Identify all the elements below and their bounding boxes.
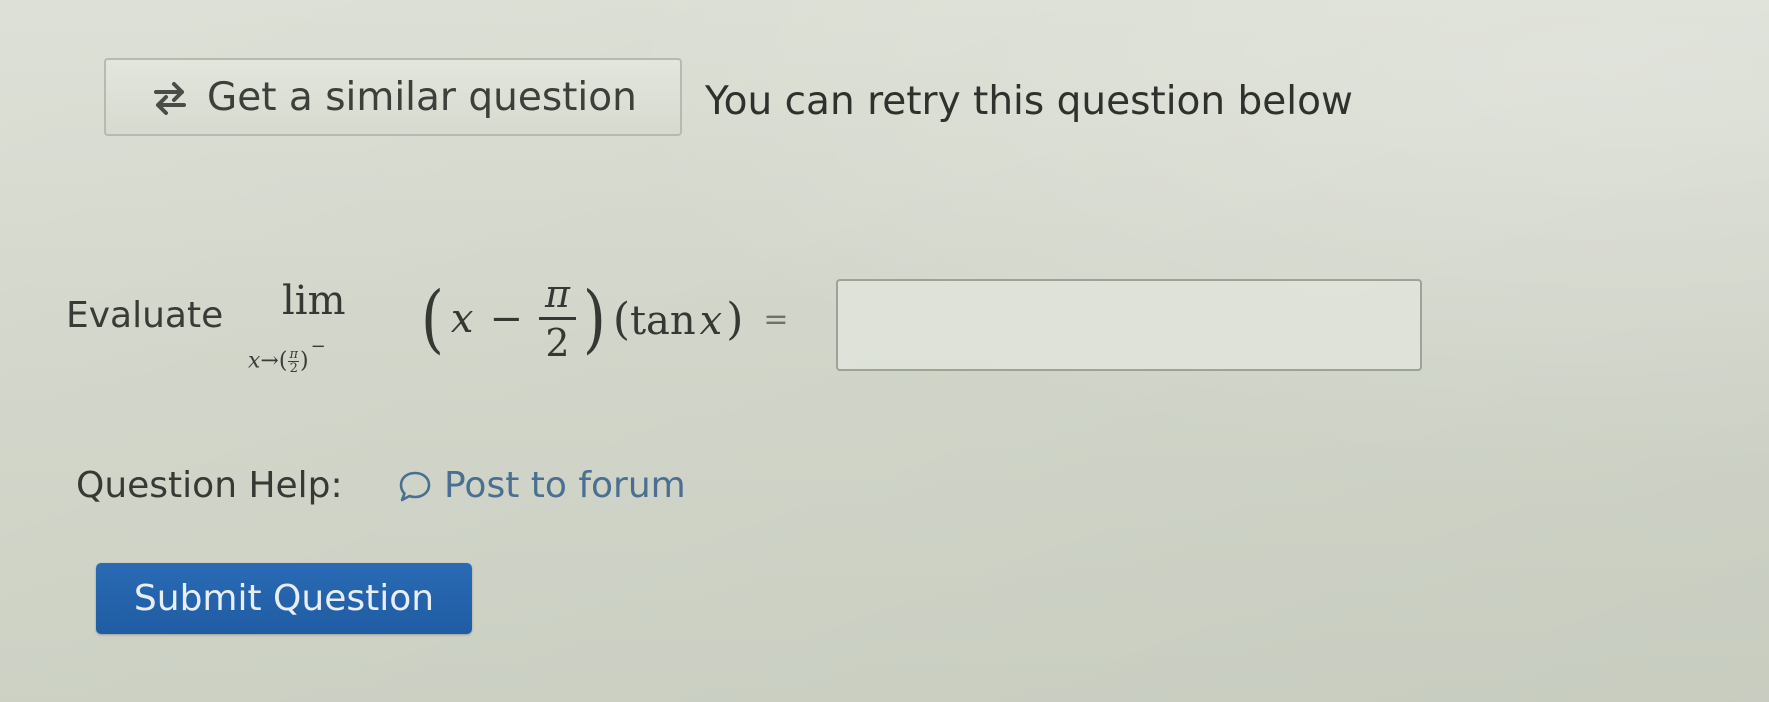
- expr-variable: x: [450, 296, 474, 342]
- answer-input[interactable]: [836, 279, 1422, 371]
- retry-message: You can retry this question below: [705, 79, 1353, 124]
- limit-arrow: →: [260, 348, 279, 374]
- repeat-arrows-icon: [154, 82, 186, 115]
- pi-over-two-fraction: π 2: [538, 273, 576, 366]
- limit-subscript: x→(π 2)−: [248, 335, 326, 376]
- limit-variable: x: [248, 348, 261, 374]
- fraction-numerator: π: [538, 273, 576, 320]
- right-paren: ): [582, 276, 606, 362]
- speech-bubble-icon: [399, 471, 431, 502]
- equals-sign: =: [763, 301, 789, 337]
- left-paren: (: [420, 276, 444, 362]
- tan-function: tan: [629, 297, 696, 344]
- question-help-label: Question Help:: [76, 465, 343, 506]
- limit-value-denominator: 2: [289, 361, 298, 376]
- fraction-denominator: 2: [545, 320, 570, 365]
- tan-term: (tan x): [612, 293, 744, 345]
- limit-value-numerator: π: [288, 347, 299, 362]
- limit-operator: lim: [282, 278, 346, 324]
- evaluate-label: Evaluate: [66, 295, 224, 336]
- limit-expression: ( x − π 2 ) (tan x) =: [418, 264, 789, 374]
- limit-value-fraction: π2: [288, 348, 299, 375]
- tan-variable: x: [699, 297, 723, 344]
- get-similar-question-button[interactable]: Get a similar question: [104, 58, 682, 136]
- one-sided-sign: −: [310, 335, 326, 357]
- post-to-forum-link[interactable]: Post to forum: [398, 466, 686, 506]
- minus-sign: −: [489, 296, 523, 342]
- post-to-forum-label: Post to forum: [444, 465, 686, 506]
- submit-question-button[interactable]: Submit Question: [96, 563, 472, 634]
- get-similar-question-label: Get a similar question: [207, 75, 637, 120]
